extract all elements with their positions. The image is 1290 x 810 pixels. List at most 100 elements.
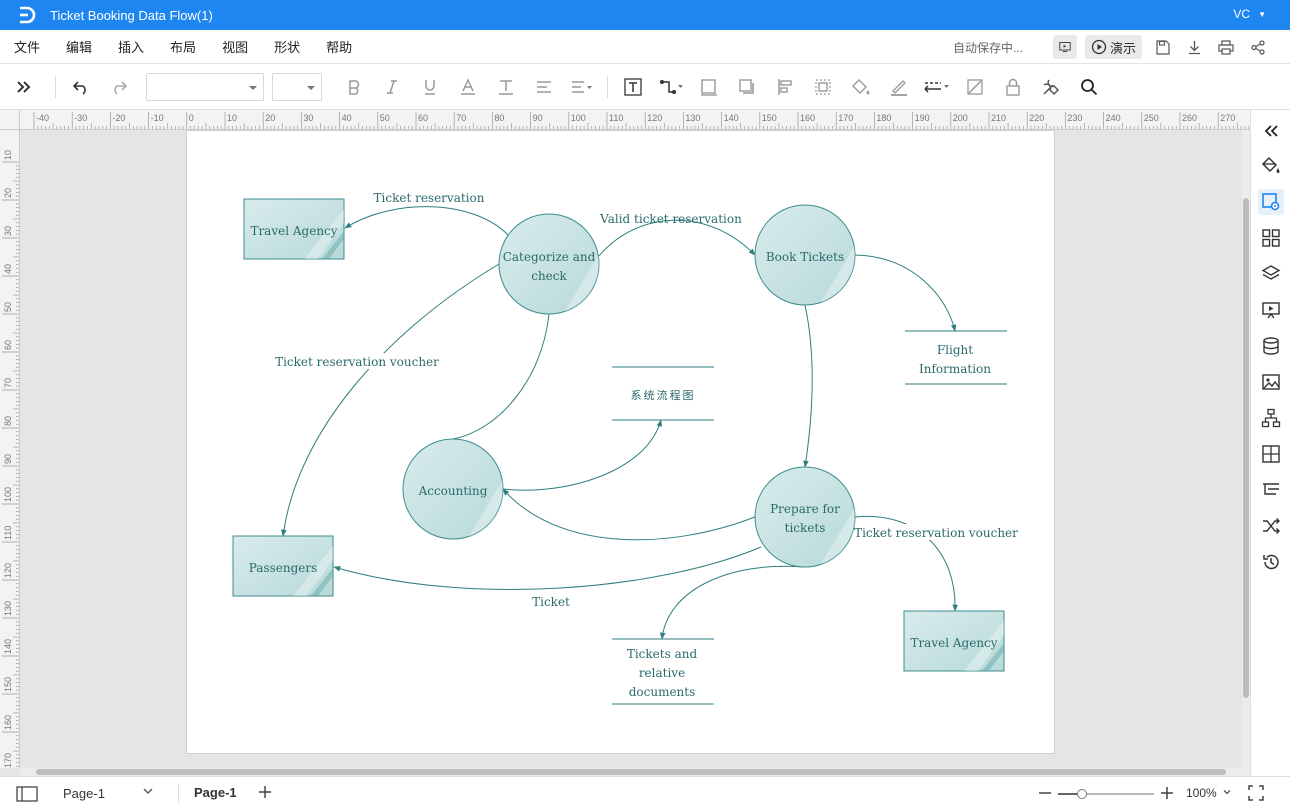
flow-label-ticket[interactable]: Ticket (532, 595, 570, 609)
scrollbar-thumb[interactable] (1243, 198, 1249, 698)
lock-icon[interactable] (999, 73, 1027, 101)
present-button[interactable]: 演示 (1084, 35, 1142, 59)
process-accounting[interactable]: Accounting (402, 438, 511, 546)
flow-prepare-to-docs[interactable] (659, 565, 806, 640)
flow-label-voucher-right[interactable]: Ticket reservation voucher (854, 526, 1018, 540)
font-color-icon[interactable] (454, 73, 482, 101)
italic-icon[interactable] (378, 73, 406, 101)
toolbar-divider (607, 75, 608, 98)
page-layout-icon[interactable] (1258, 441, 1284, 467)
undo-icon[interactable] (67, 73, 95, 101)
print-icon[interactable] (1214, 35, 1238, 59)
history-icon[interactable] (1258, 549, 1284, 575)
menu-layout[interactable]: 布局 (170, 37, 196, 56)
flow-label-ticket-reservation[interactable]: Ticket reservation (374, 191, 485, 205)
underline-icon[interactable] (416, 73, 444, 101)
scrollbar-thumb[interactable] (36, 769, 1226, 775)
shadow-icon[interactable] (733, 73, 761, 101)
line-spacing-icon[interactable] (568, 73, 596, 101)
store-tickets-and-documents[interactable]: Tickets and relative documents (612, 638, 714, 705)
ruler-tick-label: 110 (609, 113, 623, 123)
line-style-icon[interactable] (923, 73, 951, 101)
menu-file[interactable]: 文件 (14, 37, 40, 56)
flow-label-valid-ticket-reservation[interactable]: Valid ticket reservation (599, 212, 742, 226)
flow-ticket-reservation[interactable] (344, 206, 510, 237)
page-panel-icon[interactable] (16, 786, 38, 805)
shape-properties-icon[interactable] (1258, 189, 1284, 215)
collapse-panel-icon[interactable] (1258, 118, 1284, 144)
menu-shape[interactable]: 形状 (274, 37, 300, 56)
layers-icon[interactable] (1258, 261, 1284, 287)
shuffle-icon[interactable] (1258, 513, 1284, 539)
zoom-in-icon[interactable] (1160, 786, 1174, 803)
zoom-level[interactable]: 100% (1186, 786, 1232, 800)
data-icon[interactable] (1258, 333, 1284, 359)
symbol-library-icon[interactable] (1258, 225, 1284, 251)
font-family-select[interactable] (146, 72, 264, 101)
presentation-icon[interactable] (1258, 297, 1284, 323)
user-menu[interactable]: VC ▼ (1233, 7, 1266, 21)
org-chart-icon[interactable] (1258, 405, 1284, 431)
toolbar-divider (55, 75, 56, 98)
image-icon[interactable] (1258, 369, 1284, 395)
flow-categorize-to-accounting[interactable] (452, 313, 550, 440)
edit-shape-icon[interactable] (961, 73, 989, 101)
tools-icon[interactable] (1037, 73, 1065, 101)
chevron-down-icon[interactable] (142, 785, 154, 800)
ruler-tick-label: 20 (265, 113, 275, 123)
slideshow-icon[interactable] (1052, 35, 1077, 59)
fill-style-icon[interactable] (1258, 153, 1284, 179)
connector-icon[interactable] (657, 73, 685, 101)
menu-view[interactable]: 视图 (222, 37, 248, 56)
outline-icon[interactable] (1258, 477, 1284, 503)
entity-travel-agency-2[interactable]: Travel Agency (903, 610, 1005, 672)
menu-edit[interactable]: 编辑 (66, 37, 92, 56)
share-icon[interactable] (1246, 35, 1270, 59)
fill-color-icon[interactable] (847, 73, 875, 101)
zoom-slider-handle[interactable] (1077, 789, 1087, 799)
vertical-scrollbar[interactable] (1242, 130, 1250, 768)
font-size-select[interactable] (272, 72, 322, 101)
app-logo-icon[interactable] (14, 3, 38, 27)
flow-prepare-to-accounting[interactable] (502, 488, 756, 541)
fullscreen-icon[interactable] (1248, 785, 1264, 804)
entity-passengers[interactable]: Passengers (232, 535, 334, 597)
download-icon[interactable] (1182, 35, 1206, 59)
menu-insert[interactable]: 插入 (118, 37, 144, 56)
align-text-icon[interactable] (530, 73, 558, 101)
ruler-tick-label: 150 (762, 113, 777, 123)
text-style-icon[interactable] (492, 73, 520, 101)
store-flight-information[interactable]: Flight Information (905, 330, 1007, 385)
flow-book-to-prepare[interactable] (803, 304, 813, 468)
flow-book-to-flight[interactable] (854, 254, 957, 332)
zoom-out-icon[interactable] (1038, 786, 1052, 803)
zoom-slider[interactable] (1058, 789, 1154, 799)
page-selector[interactable]: Page-1 (63, 786, 105, 801)
line-color-icon[interactable] (885, 73, 913, 101)
save-icon[interactable] (1150, 35, 1174, 59)
flow-ticket[interactable] (333, 546, 762, 590)
entity-travel-agency-1[interactable]: Travel Agency (243, 198, 345, 260)
text-box-icon[interactable] (619, 73, 647, 101)
user-initials: VC (1233, 7, 1251, 21)
process-book-tickets[interactable]: Book Tickets (754, 204, 863, 312)
redo-icon[interactable] (105, 73, 133, 101)
process-categorize-and-check[interactable]: Categorize and check (498, 213, 607, 321)
flow-accounting-to-system[interactable] (502, 419, 663, 491)
flow-label-voucher-left[interactable]: Ticket reservation voucher (275, 355, 439, 369)
menu-help[interactable]: 帮助 (326, 37, 352, 56)
expand-panel-icon[interactable] (10, 73, 38, 101)
tab-page-1[interactable]: Page-1 (194, 785, 237, 800)
bold-icon[interactable] (340, 73, 368, 101)
diagram-page[interactable]: Travel Agency Passengers Travel Agency C… (186, 130, 1055, 754)
shape-border-icon[interactable] (695, 73, 723, 101)
horizontal-scrollbar[interactable] (20, 768, 1250, 776)
canvas-area[interactable]: Travel Agency Passengers Travel Agency C… (20, 130, 1242, 768)
add-page-icon[interactable] (258, 785, 272, 802)
search-icon[interactable] (1075, 73, 1103, 101)
data-flow-diagram: Travel Agency Passengers Travel Agency C… (232, 189, 1018, 705)
group-icon[interactable] (809, 73, 837, 101)
process-prepare-for-tickets[interactable]: Prepare for tickets (754, 466, 863, 574)
align-objects-icon[interactable] (771, 73, 799, 101)
store-system-flowchart[interactable]: 系统流程图 (612, 366, 714, 421)
